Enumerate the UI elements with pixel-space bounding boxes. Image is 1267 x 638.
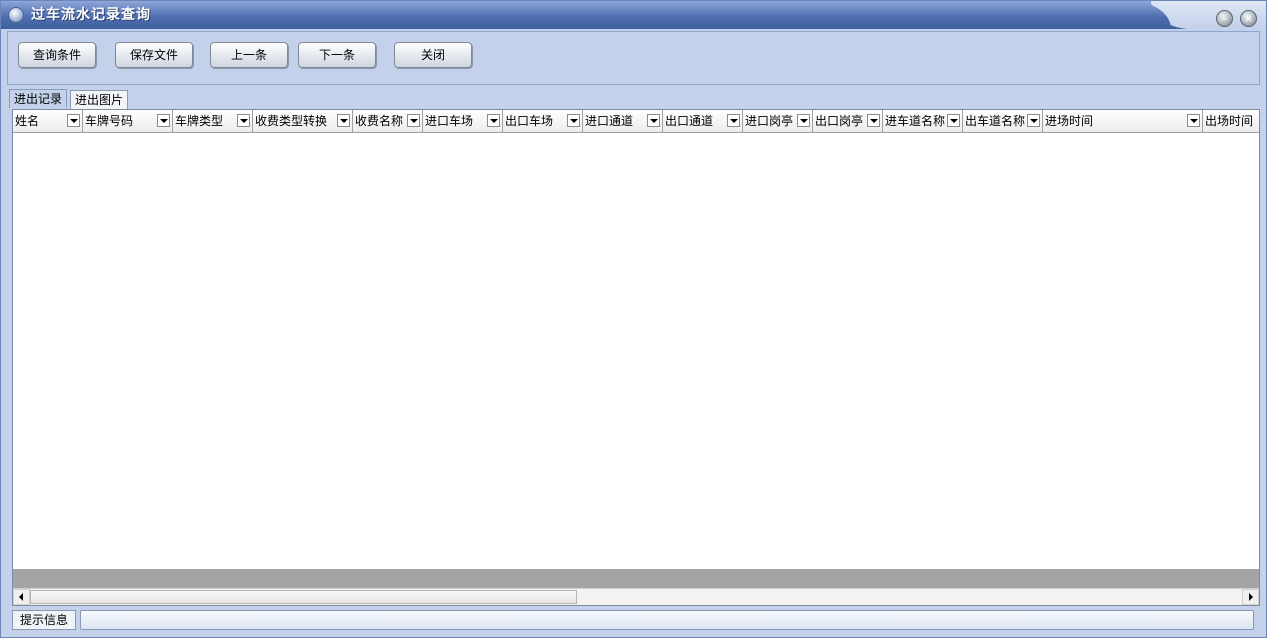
previous-record-button[interactable]: 上一条 <box>210 42 288 68</box>
column-header-exit-lot[interactable]: 出口车场 <box>503 110 583 132</box>
column-label: 进口通道 <box>585 114 634 128</box>
records-grid[interactable]: 姓名 车牌号码 车牌类型 收费类型转换 收费名称 进口车场 出口车场 进口通道 … <box>12 109 1260 606</box>
scrollbar-thumb[interactable] <box>30 590 577 604</box>
column-label: 出口岗亭 <box>815 114 864 128</box>
minimize-icon: – <box>1221 12 1228 25</box>
column-header-plate-number[interactable]: 车牌号码 <box>83 110 173 132</box>
filter-dropdown-icon[interactable] <box>647 114 660 127</box>
column-label: 收费类型转换 <box>255 114 328 128</box>
column-header-exit-lane-name[interactable]: 出车道名称 <box>963 110 1043 132</box>
filter-dropdown-icon[interactable] <box>947 114 960 127</box>
column-label: 进车道名称 <box>885 114 946 128</box>
filter-dropdown-icon[interactable] <box>1187 114 1200 127</box>
scroll-left-icon[interactable] <box>13 589 30 605</box>
save-file-button[interactable]: 保存文件 <box>115 42 193 68</box>
column-label: 进口车场 <box>425 114 474 128</box>
filter-dropdown-icon[interactable] <box>797 114 810 127</box>
scroll-right-icon[interactable] <box>1242 589 1259 605</box>
filter-dropdown-icon[interactable] <box>487 114 500 127</box>
horizontal-scrollbar[interactable] <box>13 588 1259 605</box>
column-label: 姓名 <box>15 114 40 128</box>
column-label: 出场时间 <box>1205 114 1254 128</box>
query-conditions-button[interactable]: 查询条件 <box>18 42 96 68</box>
filter-dropdown-icon[interactable] <box>727 114 740 127</box>
status-bar: 提示信息 <box>12 610 1260 630</box>
grid-header: 姓名 车牌号码 车牌类型 收费类型转换 收费名称 进口车场 出口车场 进口通道 … <box>13 110 1259 133</box>
grid-body[interactable] <box>13 133 1259 569</box>
column-header-exit-time[interactable]: 出场时间 <box>1203 110 1259 132</box>
column-header-entry-lane-name[interactable]: 进车道名称 <box>883 110 963 132</box>
app-icon <box>8 7 24 23</box>
column-header-fee-type-conversion[interactable]: 收费类型转换 <box>253 110 353 132</box>
main-window: 过车流水记录查询 – × 查询条件 保存文件 上一条 下一条 关闭 进出记录 进… <box>0 0 1267 638</box>
minimize-button[interactable]: – <box>1216 10 1233 27</box>
window-title: 过车流水记录查询 <box>31 7 151 23</box>
close-window-button[interactable]: × <box>1240 10 1257 27</box>
filter-dropdown-icon[interactable] <box>567 114 580 127</box>
tab-images[interactable]: 进出图片 <box>70 90 129 109</box>
close-button[interactable]: 关闭 <box>394 42 472 68</box>
title-bar-background <box>1 1 1186 29</box>
column-header-entry-lot[interactable]: 进口车场 <box>423 110 503 132</box>
column-header-plate-type[interactable]: 车牌类型 <box>173 110 253 132</box>
column-header-exit-booth[interactable]: 出口岗亭 <box>813 110 883 132</box>
next-record-button[interactable]: 下一条 <box>298 42 376 68</box>
tab-records[interactable]: 进出记录 <box>9 89 68 108</box>
filter-dropdown-icon[interactable] <box>1027 114 1040 127</box>
column-label: 收费名称 <box>355 114 404 128</box>
filter-dropdown-icon[interactable] <box>157 114 170 127</box>
column-label: 进口岗亭 <box>745 114 794 128</box>
column-header-entry-lane[interactable]: 进口通道 <box>583 110 663 132</box>
column-label: 出口车场 <box>505 114 554 128</box>
filter-dropdown-icon[interactable] <box>867 114 880 127</box>
filter-dropdown-icon[interactable] <box>337 114 350 127</box>
column-label: 进场时间 <box>1045 114 1094 128</box>
status-label: 提示信息 <box>12 610 76 630</box>
column-header-entry-booth[interactable]: 进口岗亭 <box>743 110 813 132</box>
column-label: 出车道名称 <box>965 114 1026 128</box>
title-bar[interactable]: 过车流水记录查询 – × <box>1 1 1266 29</box>
toolbar: 查询条件 保存文件 上一条 下一条 关闭 <box>7 31 1260 85</box>
column-label: 车牌号码 <box>85 114 134 128</box>
filter-dropdown-icon[interactable] <box>407 114 420 127</box>
column-header-fee-name[interactable]: 收费名称 <box>353 110 423 132</box>
filter-dropdown-icon[interactable] <box>67 114 80 127</box>
close-icon: × <box>1243 12 1254 25</box>
grid-footer <box>13 569 1259 589</box>
column-header-entry-time[interactable]: 进场时间 <box>1043 110 1203 132</box>
column-header-exit-lane[interactable]: 出口通道 <box>663 110 743 132</box>
status-message <box>80 610 1254 630</box>
column-label: 车牌类型 <box>175 114 224 128</box>
column-label: 出口通道 <box>665 114 714 128</box>
filter-dropdown-icon[interactable] <box>237 114 250 127</box>
column-header-name[interactable]: 姓名 <box>13 110 83 132</box>
